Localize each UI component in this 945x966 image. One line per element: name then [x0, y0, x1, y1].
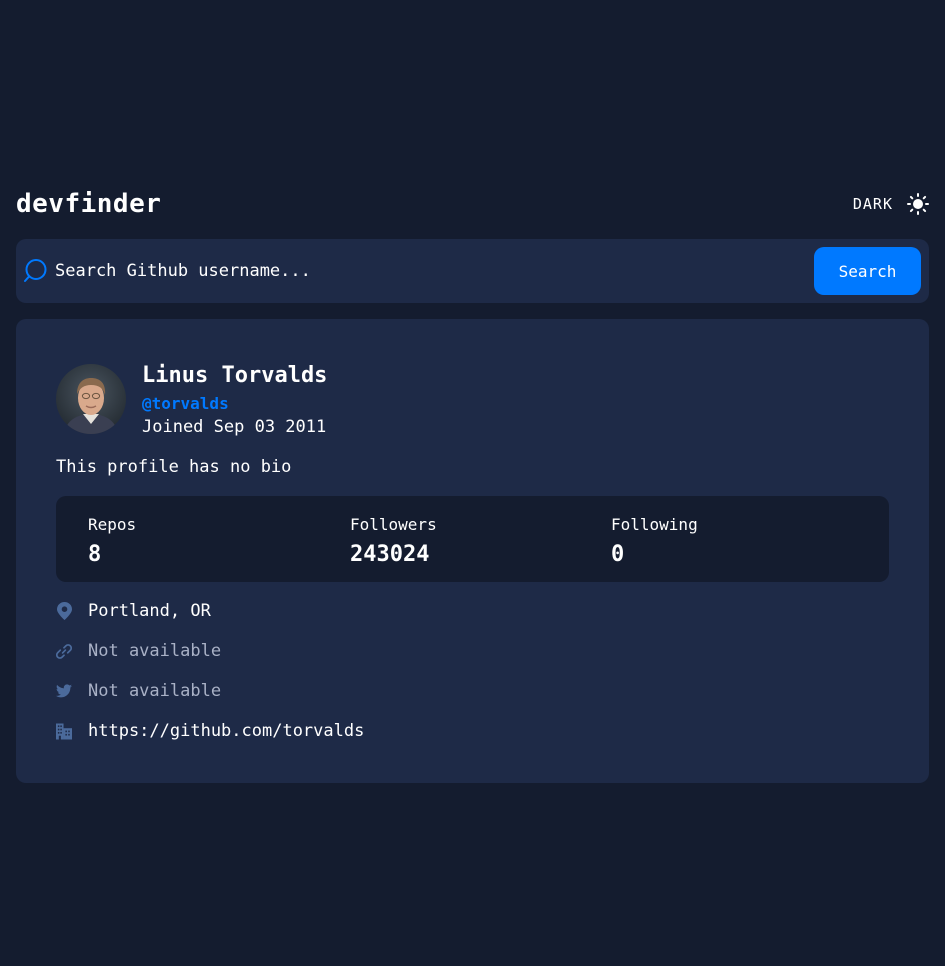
profile-name: Linus Torvalds [142, 363, 328, 388]
profile-card: Linus Torvalds @torvalds Joined Sep 03 2… [16, 319, 929, 783]
company-row: https://github.com/torvalds [56, 719, 656, 743]
stat-value: 243024 [350, 542, 430, 567]
office-building-icon [56, 722, 72, 740]
location-row: Portland, OR [56, 599, 656, 623]
theme-label: DARK [852, 195, 893, 213]
theme-toggle[interactable]: DARK [853, 193, 929, 215]
profile-login-link[interactable]: @torvalds [142, 394, 229, 413]
search-button[interactable]: Search [814, 247, 921, 295]
profile-joined-date: Joined Sep 03 2011 [142, 417, 327, 437]
header: devfinder DARK [16, 186, 929, 222]
website-row: Not available [56, 639, 656, 663]
search-input[interactable] [55, 261, 814, 281]
company-link[interactable]: https://github.com/torvalds [88, 721, 364, 741]
stat-repos: Repos 8 [88, 515, 136, 567]
avatar [56, 364, 126, 434]
stat-followers: Followers 243024 [350, 515, 437, 567]
stat-label: Following [611, 515, 698, 534]
location-text: Portland, OR [88, 601, 211, 621]
link-icon [56, 642, 72, 660]
stat-value: 0 [611, 542, 625, 567]
twitter-row: Not available [56, 679, 656, 703]
stat-following: Following 0 [611, 515, 698, 567]
stats-panel: Repos 8 Followers 243024 Following 0 [56, 496, 889, 582]
logo: devfinder [16, 189, 162, 219]
search-icon [24, 259, 48, 283]
profile-bio: This profile has no bio [56, 457, 292, 477]
stat-label: Repos [88, 515, 137, 534]
stat-value: 8 [88, 542, 102, 567]
twitter-link[interactable]: Not available [88, 681, 221, 701]
website-link[interactable]: Not available [88, 641, 221, 661]
search-bar: Search [16, 239, 929, 303]
twitter-icon [56, 682, 72, 700]
sun-icon [907, 193, 929, 215]
location-pin-icon [56, 602, 72, 620]
stat-label: Followers [350, 515, 437, 534]
